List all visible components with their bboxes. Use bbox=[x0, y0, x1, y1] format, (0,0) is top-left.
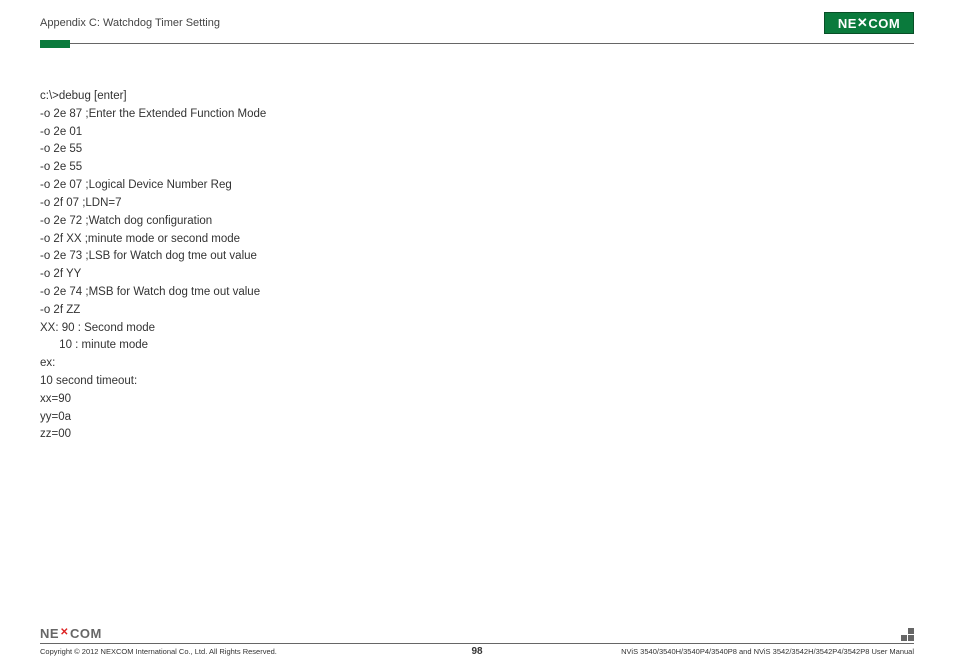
code-line: -o 2f YY bbox=[40, 266, 914, 284]
logo-x-icon: ✕ bbox=[60, 627, 69, 638]
logo-right: COM bbox=[868, 16, 900, 31]
footer-divider bbox=[40, 643, 914, 644]
main-content: c:\>debug [enter] -o 2e 87 ;Enter the Ex… bbox=[0, 48, 954, 444]
page-number: 98 bbox=[471, 646, 482, 657]
footer-decoration-icon bbox=[901, 628, 914, 641]
code-line: -o 2f ZZ bbox=[40, 302, 914, 320]
code-line: -o 2e 07 ;Logical Device Number Reg bbox=[40, 177, 914, 195]
code-line: -o 2e 74 ;MSB for Watch dog tme out valu… bbox=[40, 284, 914, 302]
header-divider bbox=[40, 40, 914, 48]
logo-x-icon: ✕ bbox=[857, 15, 868, 31]
manual-reference: NViS 3540/3540H/3540P4/3540P8 and NViS 3… bbox=[621, 647, 914, 656]
logo-left: NE bbox=[838, 16, 857, 31]
code-line: yy=0a bbox=[40, 409, 914, 427]
code-line: 10 second timeout: bbox=[40, 373, 914, 391]
divider-accent-box bbox=[40, 40, 70, 48]
code-line: -o 2e 01 bbox=[40, 124, 914, 142]
code-line: -o 2e 55 bbox=[40, 141, 914, 159]
code-line: c:\>debug [enter] bbox=[40, 88, 914, 106]
logo-left: NE bbox=[40, 626, 59, 641]
footer-bottom-row: Copyright © 2012 NEXCOM International Co… bbox=[40, 647, 914, 656]
code-line: zz=00 bbox=[40, 426, 914, 444]
code-line: -o 2e 73 ;LSB for Watch dog tme out valu… bbox=[40, 248, 914, 266]
nexcom-logo-top: NE✕COM bbox=[824, 12, 914, 34]
logo-right: COM bbox=[70, 626, 102, 641]
code-line: -o 2e 55 bbox=[40, 159, 914, 177]
code-line: ex: bbox=[40, 355, 914, 373]
header-title: Appendix C: Watchdog Timer Setting bbox=[40, 17, 220, 29]
code-line: -o 2f XX ;minute mode or second mode bbox=[40, 231, 914, 249]
copyright-text: Copyright © 2012 NEXCOM International Co… bbox=[40, 647, 277, 656]
nexcom-logo-bottom: NE✕COM bbox=[40, 626, 102, 641]
divider-line bbox=[40, 43, 914, 44]
code-line: -o 2e 72 ;Watch dog configuration bbox=[40, 213, 914, 231]
footer-top-row: NE✕COM bbox=[40, 626, 914, 641]
code-line: XX: 90 : Second mode bbox=[40, 320, 914, 338]
code-line: xx=90 bbox=[40, 391, 914, 409]
code-line: 10 : minute mode bbox=[40, 337, 914, 355]
code-line: -o 2e 87 ;Enter the Extended Function Mo… bbox=[40, 106, 914, 124]
code-line: -o 2f 07 ;LDN=7 bbox=[40, 195, 914, 213]
page-footer: NE✕COM Copyright © 2012 NEXCOM Internati… bbox=[0, 626, 954, 656]
page-header: Appendix C: Watchdog Timer Setting NE✕CO… bbox=[0, 0, 954, 40]
